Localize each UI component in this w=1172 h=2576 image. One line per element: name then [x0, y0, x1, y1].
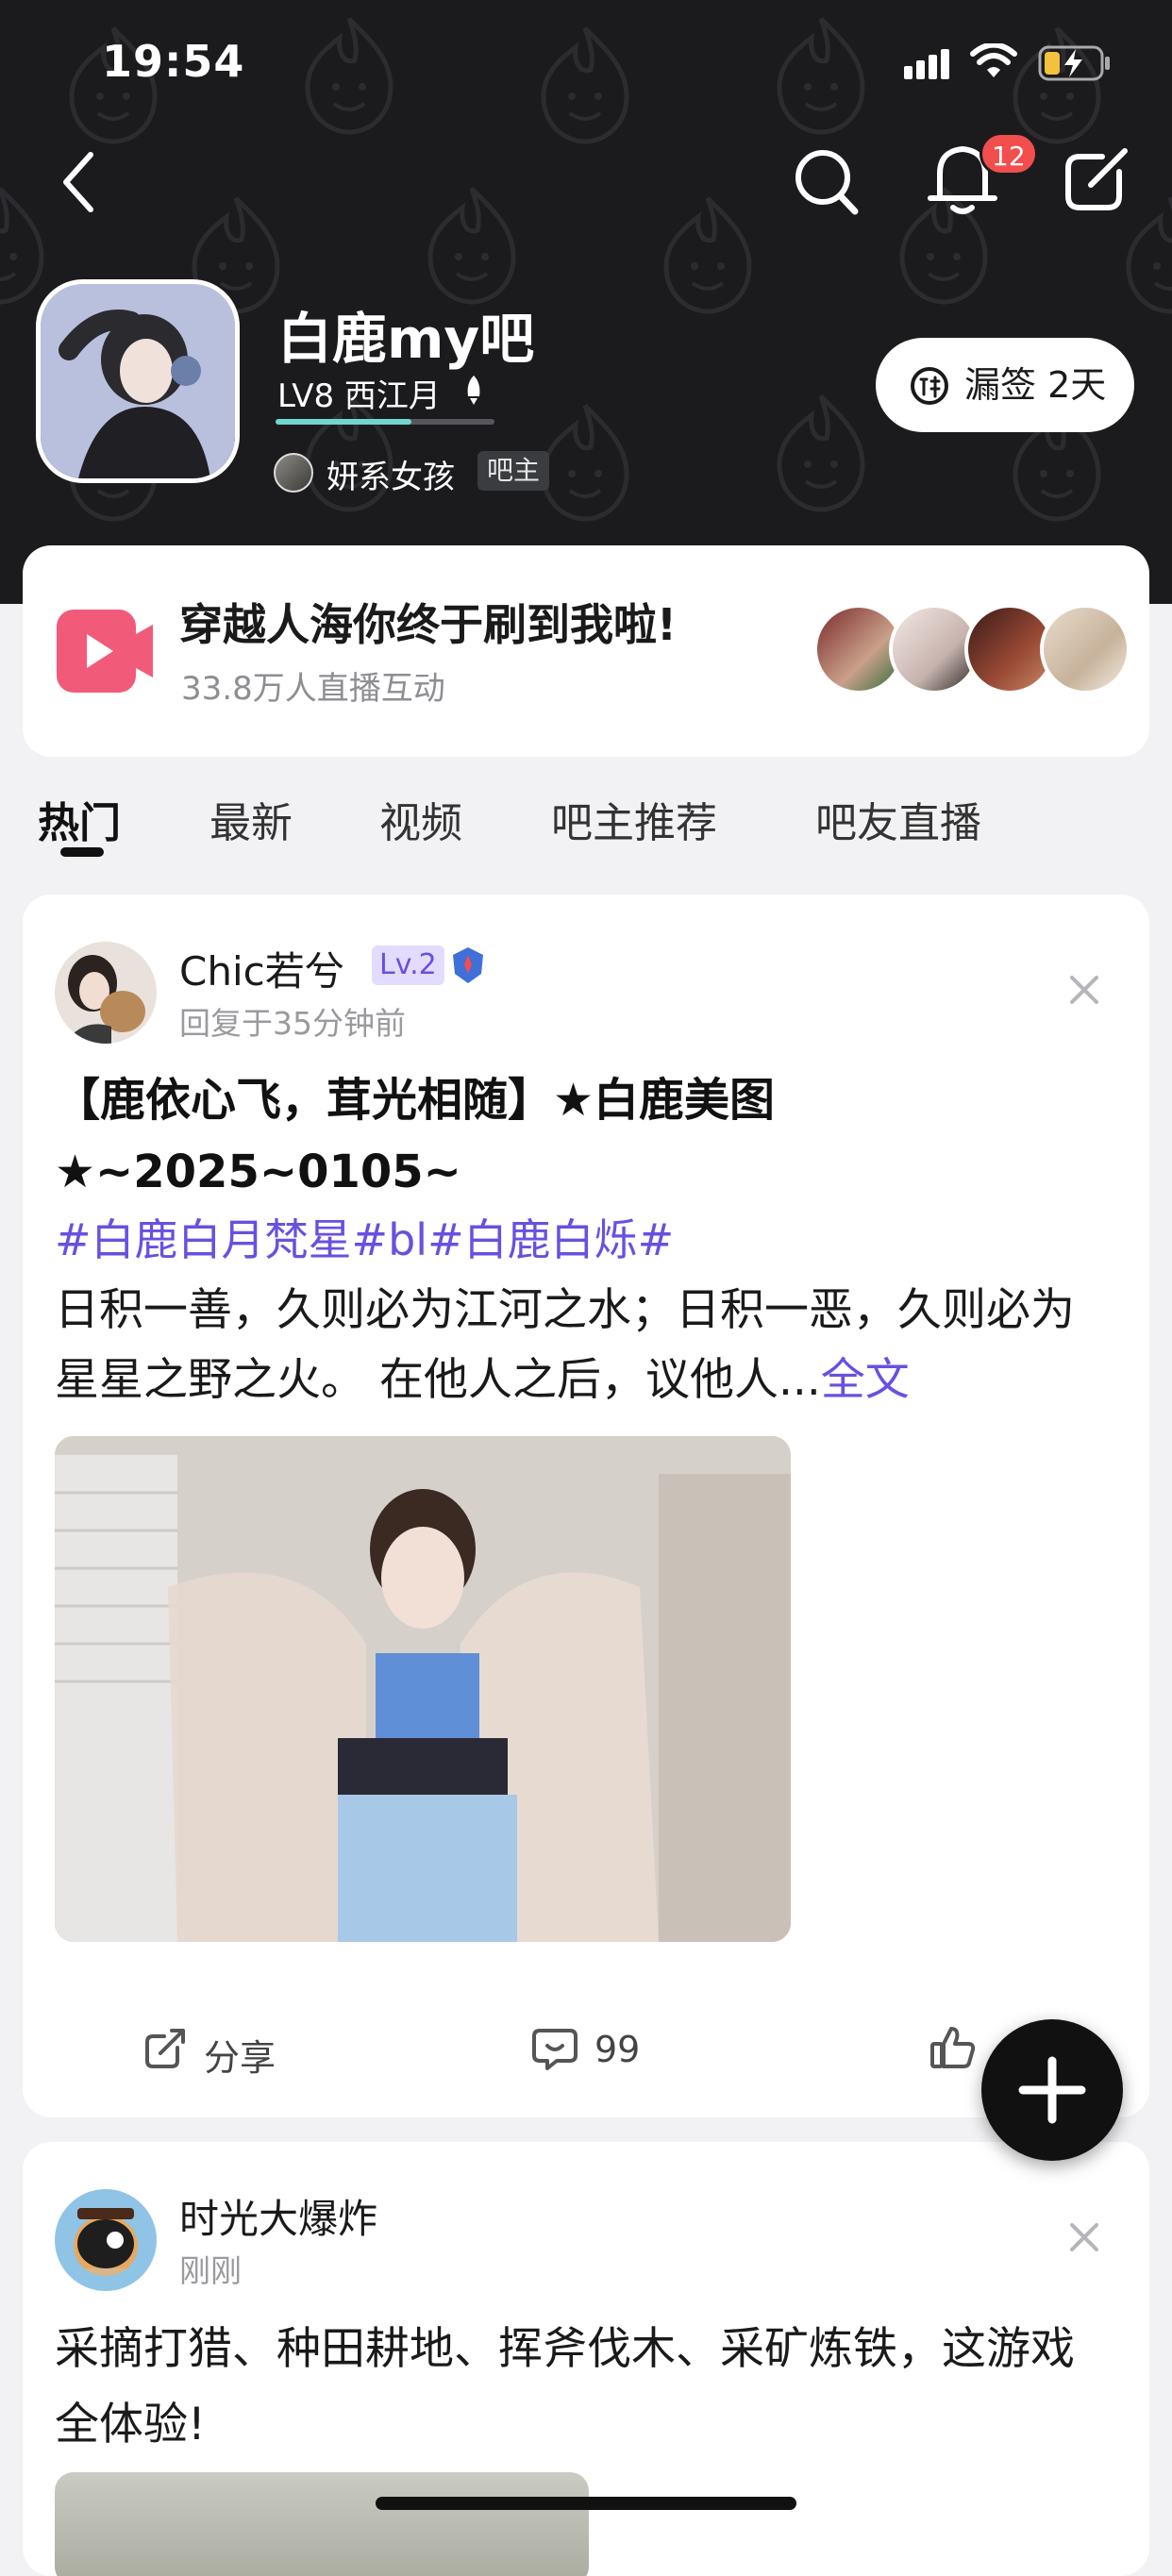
post-time: 回复于35分钟前 [179, 1005, 406, 1042]
signin-label: 漏签 2天 [964, 364, 1107, 406]
post-photo [55, 1436, 791, 1942]
owner-avatar[interactable] [274, 453, 313, 493]
search-icon[interactable] [791, 143, 862, 219]
tab-video[interactable]: 视频 [379, 789, 462, 849]
plus-icon [1018, 2056, 1086, 2124]
back-icon[interactable] [57, 149, 104, 215]
edit-post-icon[interactable] [1063, 143, 1132, 213]
author-avatar[interactable] [55, 942, 157, 1044]
tab-owner-picks[interactable]: 吧主推荐 [551, 789, 717, 849]
status-bar: 19:54 [0, 0, 1172, 123]
owner-name[interactable]: 妍系女孩 [326, 451, 455, 497]
level-progress-bar [276, 419, 494, 425]
create-post-button[interactable] [981, 2019, 1123, 2161]
live-banner-subtitle: 33.8万人直播互动 [181, 670, 445, 708]
post-title[interactable]: 【鹿依心飞，茸光相随】★白鹿美图★~2025~0105~ [55, 1064, 1112, 1208]
status-time: 19:54 [102, 36, 245, 87]
tab-latest[interactable]: 最新 [209, 789, 293, 849]
signal-icon [904, 49, 949, 79]
post-time: 刚刚 [179, 2252, 242, 2289]
like-icon [930, 2027, 976, 2068]
live-avatars [813, 598, 1144, 702]
home-indicator[interactable] [376, 2497, 796, 2510]
live-banner[interactable]: 穿越人海你终于刷到我啦! 33.8万人直播互动 [23, 545, 1149, 757]
comment-icon [532, 2029, 578, 2070]
notification-badge: 12 [979, 132, 1038, 176]
image-watermark: @白鹿my吧 [647, 1965, 774, 1991]
bar-header: 19:54 12 白鹿my吧 LV8 西江月 妍系女孩 吧主 漏签 2天 [0, 0, 1172, 604]
author-name[interactable]: Chic若兮 [179, 940, 344, 997]
bar-level[interactable]: LV8 西江月 [277, 370, 441, 416]
owner-role-badge: 吧主 [477, 451, 550, 491]
tab-hot[interactable]: 热门 [38, 789, 121, 849]
rank-badge-icon [453, 947, 483, 983]
post-card[interactable]: 时光大爆炸 刚刚 采摘打猎、种田耕地、挥斧伐木、采矿炼铁，这游戏全体验! [23, 2142, 1149, 2576]
post-image[interactable] [55, 2472, 589, 2576]
post-tags[interactable]: #白鹿白月梵星#bl#白鹿白烁# [55, 1212, 674, 1268]
signin-button[interactable]: 漏签 2天 [876, 338, 1134, 432]
level-progress-fill [276, 419, 411, 425]
share-label: 分享 [204, 2037, 276, 2079]
close-icon[interactable] [1068, 974, 1100, 1006]
post-image[interactable] [55, 1436, 791, 1942]
rocket-icon [467, 376, 480, 405]
author-avatar-image [55, 942, 157, 1044]
signin-icon [911, 367, 948, 405]
bar-avatar[interactable] [36, 279, 240, 483]
comment-count: 99 [594, 2029, 641, 2070]
active-tab-indicator [60, 847, 104, 857]
read-more-link[interactable]: 全文 [821, 1354, 910, 1406]
close-icon[interactable] [1068, 2221, 1100, 2253]
share-icon [145, 2029, 185, 2068]
wifi-icon [970, 43, 1017, 77]
live-avatar [1040, 604, 1130, 694]
post-card[interactable]: Chic若兮 Lv.2 回复于35分钟前 【鹿依心飞，茸光相随】★白鹿美图★~2… [23, 895, 1149, 2117]
tab-bar: 热门 最新 视频 吧主推荐 吧友直播 [0, 774, 1172, 868]
bar-title: 白鹿my吧 [277, 307, 535, 371]
avatar-illustration [41, 284, 235, 478]
author-avatar[interactable] [55, 2189, 157, 2291]
user-level-badge: Lv.2 [372, 945, 444, 985]
post-body-text: 日积一善，久则必为江河之水；日积一恶，久则必为星星之野之火。 在他人之后，议他人… [55, 1284, 1075, 1406]
battery-icon [1038, 45, 1110, 81]
live-video-icon [57, 610, 153, 693]
live-banner-title: 穿越人海你终于刷到我啦! [179, 599, 677, 650]
author-name[interactable]: 时光大爆炸 [179, 2187, 377, 2245]
author-avatar-image [55, 2189, 157, 2291]
post-body[interactable]: 日积一善，久则必为江河之水；日积一恶，久则必为星星之野之火。 在他人之后，议他人… [55, 1276, 1117, 1415]
post-body[interactable]: 采摘打猎、种田耕地、挥斧伐木、采矿炼铁，这游戏全体验! [55, 2312, 1117, 2463]
tab-member-live[interactable]: 吧友直播 [815, 789, 981, 849]
